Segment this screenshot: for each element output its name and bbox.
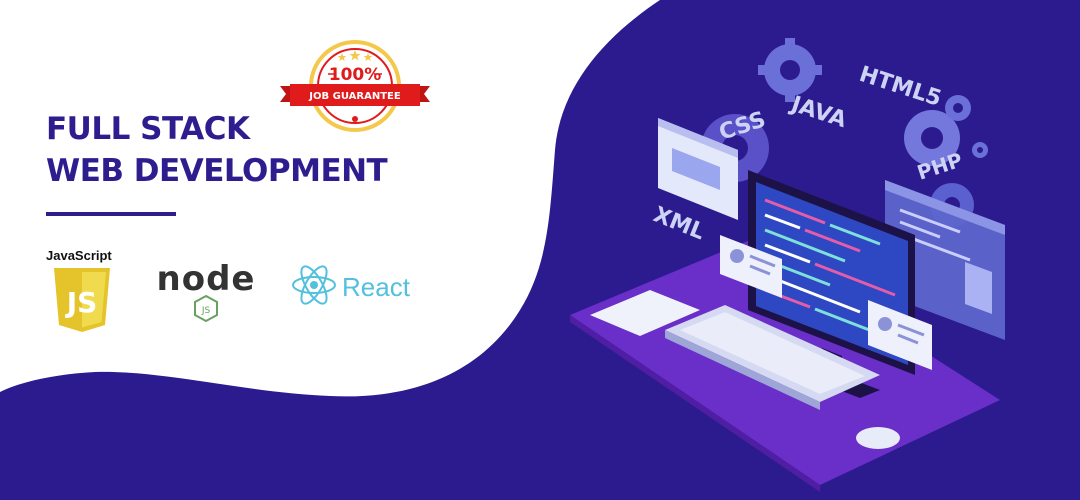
tech-label-xml: XML [650, 202, 708, 245]
nodejs-logo: node JS [157, 259, 256, 323]
node-sub-label: JS [201, 306, 211, 316]
badge-ribbon-text: JOB GUARANTEE [308, 91, 401, 102]
react-logo: React [290, 262, 430, 308]
javascript-shield-text: JS [65, 286, 98, 319]
developer-illustration: CSS JAVA HTML5 PHP XML [570, 38, 1005, 492]
javascript-label: JavaScript [46, 248, 112, 263]
hero-banner: FULL STACK WEB DEVELOPMENT 100% JOB GUAR… [0, 0, 1080, 500]
mouse [856, 427, 900, 449]
tech-label-java: JAVA [786, 91, 849, 133]
title-line-2: WEB DEVELOPMENT [46, 153, 388, 189]
react-atom-icon [292, 265, 336, 305]
title-underline [46, 212, 176, 216]
javascript-logo: JavaScript JS [46, 248, 126, 332]
job-guarantee-badge: 100% JOB GUARANTEE [280, 40, 430, 132]
javascript-shield-icon: JS [54, 268, 110, 332]
node-wordmark: node [157, 259, 256, 299]
tech-label-html5: HTML5 [856, 62, 944, 112]
badge-percent: 100% [329, 65, 382, 85]
gear-icon [758, 38, 822, 102]
react-label: React [342, 272, 410, 302]
